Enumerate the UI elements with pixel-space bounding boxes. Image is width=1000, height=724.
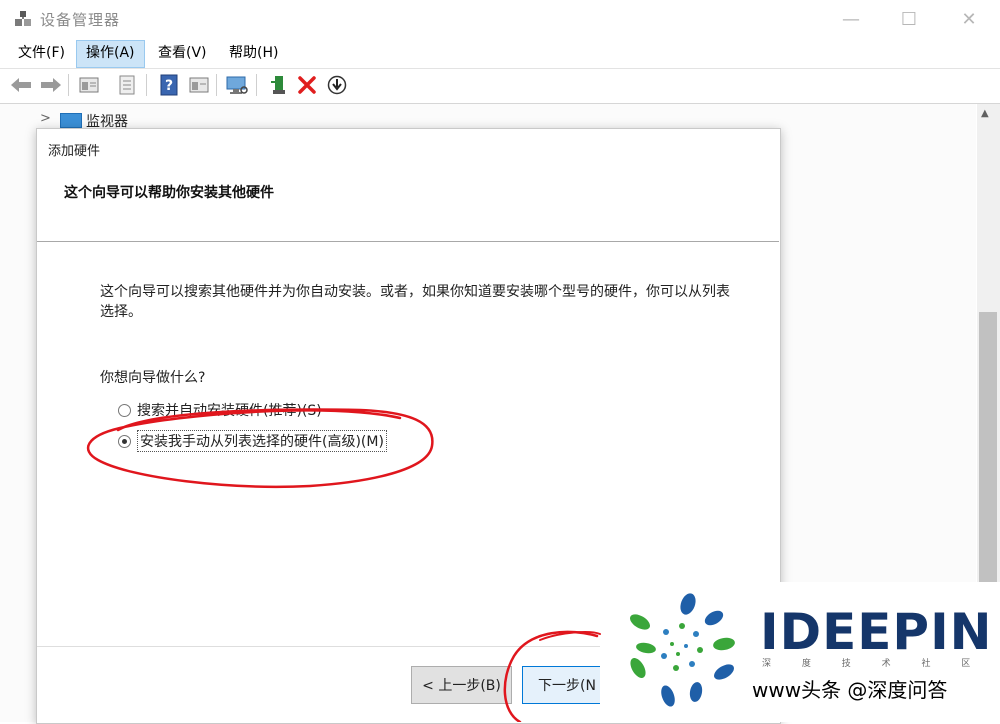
- menu-action[interactable]: 操作(A): [76, 40, 145, 68]
- view-icon[interactable]: [186, 72, 212, 98]
- monitor-icon: [60, 113, 82, 128]
- toolbar-separator: [146, 74, 147, 96]
- next-button[interactable]: 下一步(N: [522, 666, 612, 704]
- radio-option-auto[interactable]: 搜索并自动安装硬件(推荐)(S): [118, 400, 322, 420]
- dialog-description: 这个向导可以搜索其他硬件并为你自动安装。或者，如果你知道要安装哪个型号的硬件，你…: [100, 284, 730, 320]
- minimize-icon[interactable]: —: [828, 4, 874, 34]
- device-manager-icon: [14, 10, 32, 28]
- ideepin-logo-icon: [626, 592, 742, 714]
- dialog-header: 这个向导可以帮助你安装其他硬件: [64, 185, 274, 201]
- back-button[interactable]: < 上一步(B): [411, 666, 512, 704]
- dialog-question: 你想向导做什么?: [100, 370, 206, 386]
- dialog-title: 添加硬件: [48, 144, 101, 159]
- close-icon[interactable]: ✕: [946, 4, 992, 34]
- radio-label-auto[interactable]: 搜索并自动安装硬件(推荐)(S): [137, 400, 322, 420]
- toolbar-separator: [68, 74, 69, 96]
- maximize-icon[interactable]: ☐: [886, 4, 932, 34]
- remove-icon[interactable]: [294, 72, 320, 98]
- download-icon[interactable]: [324, 72, 350, 98]
- help-icon[interactable]: ?: [156, 72, 182, 98]
- add-device-icon[interactable]: [266, 72, 292, 98]
- menu-view[interactable]: 查看(V): [149, 40, 216, 66]
- brand-tagline: 深 度 技 术 社 区: [762, 659, 985, 669]
- toolbar: [0, 68, 1000, 104]
- radio-button-auto[interactable]: [118, 403, 131, 417]
- menu-help[interactable]: 帮助(H): [220, 40, 287, 66]
- watermark-url: www头条 @深度问答: [752, 678, 948, 702]
- dialog-divider: [37, 241, 779, 242]
- monitor-scan-icon[interactable]: [224, 72, 250, 98]
- toolbar-separator: [216, 74, 217, 96]
- brand-wordmark: IDEEPIN: [760, 603, 993, 661]
- window-title: 设备管理器: [40, 11, 121, 29]
- toolbar-separator: [256, 74, 257, 96]
- properties-icon[interactable]: [76, 72, 102, 98]
- scroll-up-arrow-icon[interactable]: ▲: [981, 108, 989, 119]
- forward-arrow-icon[interactable]: [38, 72, 64, 98]
- radio-button-manual[interactable]: [118, 434, 131, 448]
- radio-label-manual[interactable]: 安装我手动从列表选择的硬件(高级)(M): [137, 430, 387, 452]
- svg-text:?: ?: [165, 78, 173, 94]
- tree-expand-chevron-icon[interactable]: >: [40, 111, 51, 126]
- radio-option-manual[interactable]: 安装我手动从列表选择的硬件(高级)(M): [118, 430, 387, 452]
- update-driver-icon[interactable]: [114, 72, 140, 98]
- back-arrow-icon[interactable]: [8, 72, 34, 98]
- menu-file[interactable]: 文件(F): [9, 40, 74, 66]
